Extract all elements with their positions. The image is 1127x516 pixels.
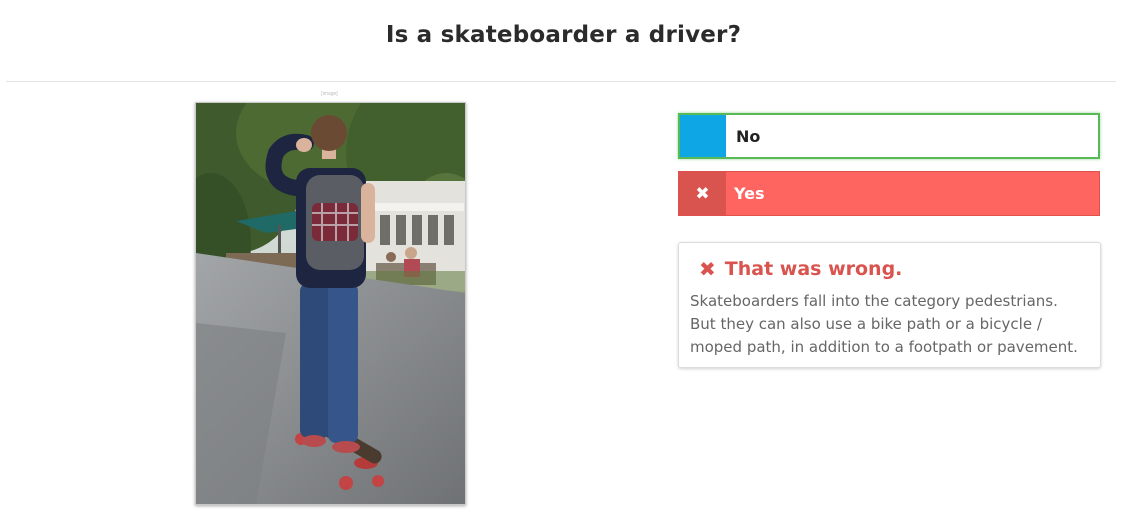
question-image xyxy=(195,102,466,505)
answer-no-label: No xyxy=(736,126,761,146)
header-divider xyxy=(6,81,1116,82)
answer-no-button[interactable]: No xyxy=(678,113,1100,159)
feedback-panel: ✖ That was wrong. Skateboarders fall int… xyxy=(678,242,1101,368)
quiz-page: Is a skateboarder a driver? [image] No ✖… xyxy=(0,0,1127,516)
skateboarder-photo xyxy=(196,103,465,504)
question-title: Is a skateboarder a driver? xyxy=(385,22,742,48)
feedback-line: But they can also use a bike path or a b… xyxy=(690,315,1042,333)
feedback-heading: That was wrong. xyxy=(724,258,903,280)
feedback-explanation: Skateboarders fall into the category ped… xyxy=(690,290,1090,359)
feedback-line: moped path, in addition to a footpath or… xyxy=(690,338,1078,356)
answer-yes-label: Yes xyxy=(734,184,765,203)
feedback-line: Skateboarders fall into the category ped… xyxy=(690,292,1058,310)
feedback-heading-row: ✖ That was wrong. xyxy=(690,257,1090,281)
wrong-icon: ✖ xyxy=(699,257,716,281)
answer-yes-button[interactable]: ✖ Yes xyxy=(678,171,1100,216)
answer-no-swatch xyxy=(680,115,726,157)
close-icon: ✖ xyxy=(679,172,726,215)
image-credit: [image] xyxy=(321,91,338,97)
